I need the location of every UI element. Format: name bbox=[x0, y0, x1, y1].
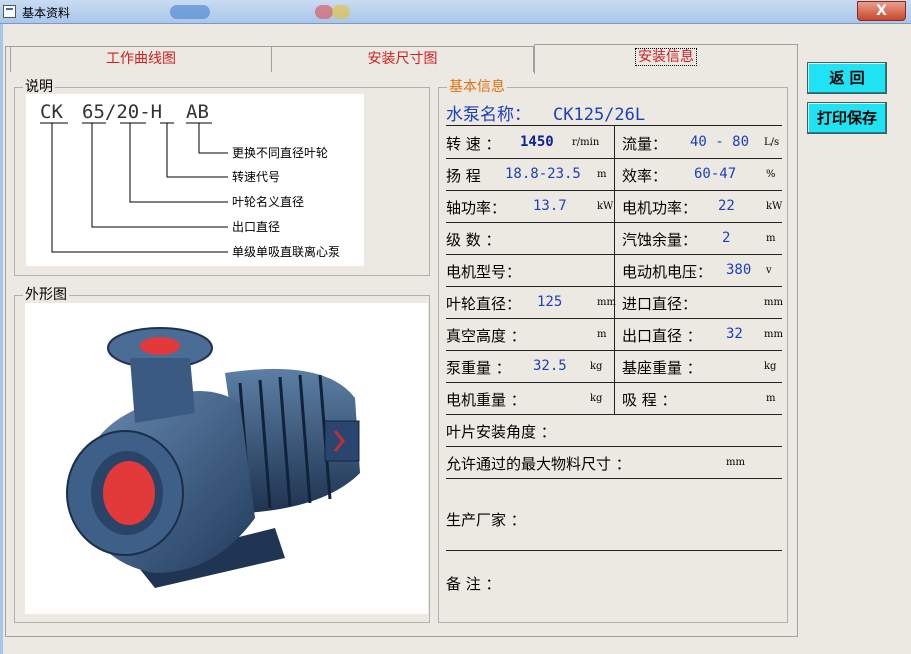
title-decoration bbox=[110, 3, 410, 21]
motor-weight-unit: kg bbox=[590, 393, 603, 404]
outlet-dia-value: 32 bbox=[726, 326, 743, 342]
code-desc-impeller-dia: 叶轮名义直径 bbox=[232, 194, 304, 209]
pump-name-label: 水泵名称： bbox=[446, 105, 531, 125]
remark-label: 备 注 ： bbox=[446, 575, 501, 593]
motor-power-value: 22 bbox=[718, 198, 735, 214]
motor-weight-label: 电机重量 ： bbox=[446, 391, 526, 409]
suction-lift-unit: m bbox=[766, 393, 776, 404]
npsh-value: 2 bbox=[722, 230, 731, 246]
speed-unit: r/min bbox=[572, 137, 600, 148]
stages-label: 级 数 ： bbox=[446, 231, 501, 249]
row-separator bbox=[446, 550, 782, 551]
motor-voltage-unit: v bbox=[766, 265, 772, 276]
code-part-size: 65/20-H bbox=[82, 101, 162, 123]
tab-install-info[interactable]: 安装信息 bbox=[534, 44, 798, 74]
pump-weight-value: 32.5 bbox=[533, 358, 567, 374]
impeller-dia-value: 125 bbox=[537, 294, 563, 310]
motor-power-label: 电机功率： bbox=[622, 199, 698, 217]
base-weight-label: 基座重量 ： bbox=[622, 359, 702, 377]
motor-model-label: 电机型号： bbox=[446, 263, 522, 281]
outlet-dia-label: 出口直径 ： bbox=[622, 327, 702, 345]
tab-work-curve[interactable]: 工作曲线图 bbox=[10, 46, 272, 72]
shaft-power-label: 轴功率： bbox=[446, 199, 507, 217]
basic-info-group-label: 基本信息 bbox=[447, 79, 507, 95]
code-desc-pump-type: 单级单吸直联离心泵 bbox=[232, 244, 340, 259]
flow-value: 40 - 80 bbox=[690, 134, 750, 150]
motor-voltage-label: 电动机电压： bbox=[622, 263, 713, 281]
pump-image bbox=[25, 303, 428, 614]
head-label: 扬 程 bbox=[446, 167, 481, 185]
code-part-series: CK bbox=[40, 101, 63, 123]
window-title: 基本资料 bbox=[22, 6, 71, 20]
efficiency-unit: % bbox=[766, 169, 776, 180]
shaft-power-unit: kW bbox=[597, 201, 614, 212]
motor-voltage-value: 380 bbox=[726, 262, 752, 278]
pump-name-value: CK125/26L bbox=[553, 105, 646, 125]
outline-group-label: 外形图 bbox=[23, 287, 69, 303]
npsh-unit: m bbox=[766, 233, 776, 244]
print-save-button[interactable]: 打印保存 bbox=[807, 102, 887, 134]
speed-value: 1450 bbox=[520, 134, 554, 150]
explanation-group-label: 说明 bbox=[23, 79, 55, 95]
pump-weight-label: 泵重量 ： bbox=[446, 359, 511, 377]
vacuum-height-label: 真空高度 ： bbox=[446, 327, 526, 345]
pump-name: 水泵名称： CK125/26L bbox=[446, 100, 645, 125]
shaft-power-value: 13.7 bbox=[533, 198, 567, 214]
row-separator bbox=[446, 446, 782, 447]
flow-unit: L/s bbox=[764, 137, 780, 148]
code-desc-outlet-dia: 出口直径 bbox=[232, 220, 280, 234]
blade-angle-label: 叶片安装角度 ： bbox=[446, 423, 556, 441]
code-part-variant: AB bbox=[186, 101, 209, 123]
manufacturer-label: 生产厂家 ： bbox=[446, 511, 526, 529]
inlet-dia-unit: mm bbox=[764, 297, 783, 308]
efficiency-value: 60-47 bbox=[694, 166, 737, 182]
npsh-label: 汽蚀余量： bbox=[622, 231, 698, 249]
impeller-dia-label: 叶轮直径： bbox=[446, 295, 522, 313]
row-separator bbox=[446, 414, 782, 415]
model-code-diagram: CK 65/20-H AB 更换不同直径叶轮 转速代号 叶轮名义直径 出口直径 … bbox=[26, 94, 364, 266]
row-separator bbox=[446, 478, 782, 479]
app-icon bbox=[3, 5, 16, 18]
vacuum-height-unit: m bbox=[597, 329, 607, 340]
max-size-label: 允许通过的最大物料尺寸 ： bbox=[446, 455, 631, 473]
code-desc-impeller-change: 更换不同直径叶轮 bbox=[232, 146, 328, 160]
code-desc-speed-code: 转速代号 bbox=[232, 169, 280, 184]
pump-weight-unit: kg bbox=[590, 361, 603, 372]
motor-power-unit: kW bbox=[766, 201, 783, 212]
column-separator bbox=[614, 125, 615, 414]
head-unit: m bbox=[597, 169, 607, 180]
inlet-dia-label: 进口直径： bbox=[622, 295, 698, 313]
back-button[interactable]: 返 回 bbox=[807, 62, 887, 94]
efficiency-label: 效率： bbox=[622, 167, 668, 185]
suction-lift-label: 吸 程 ： bbox=[622, 391, 677, 409]
title-bar: 基本资料 X bbox=[0, 0, 911, 24]
impeller-dia-unit: mm bbox=[597, 297, 616, 308]
speed-label: 转 速 ： bbox=[446, 135, 501, 153]
tab-install-size[interactable]: 安装尺寸图 bbox=[271, 46, 534, 72]
flow-label: 流量： bbox=[622, 135, 668, 153]
max-size-unit: mm bbox=[726, 457, 745, 468]
head-value: 18.8-23.5 bbox=[505, 166, 581, 182]
outlet-dia-unit: mm bbox=[764, 329, 783, 340]
base-weight-unit: kg bbox=[764, 361, 777, 372]
close-button[interactable]: X bbox=[857, 1, 906, 21]
